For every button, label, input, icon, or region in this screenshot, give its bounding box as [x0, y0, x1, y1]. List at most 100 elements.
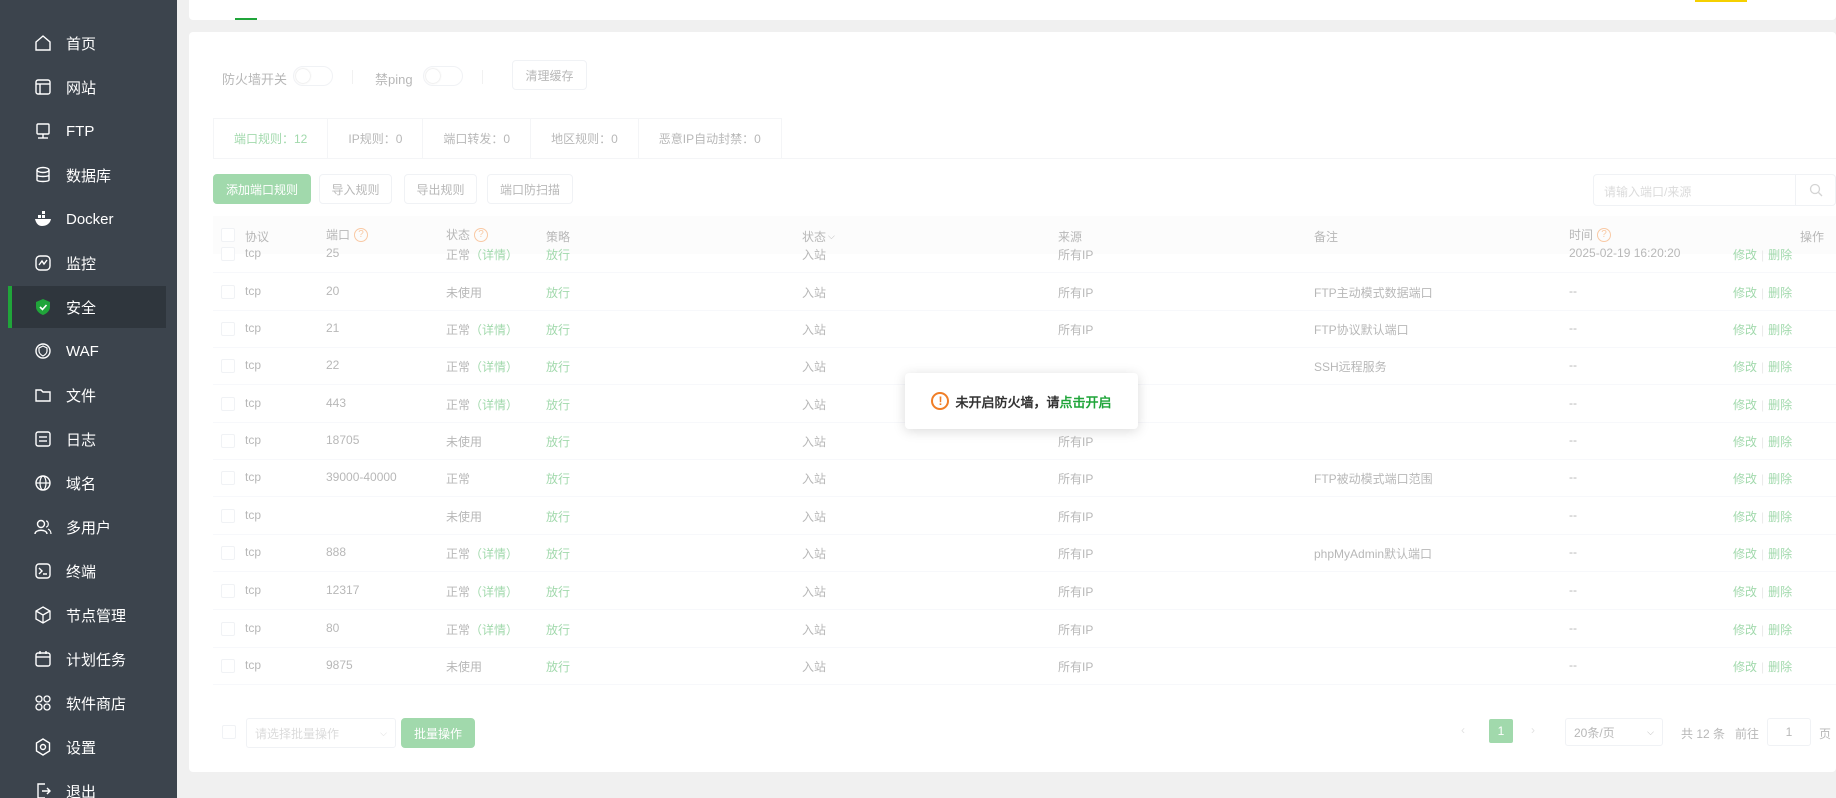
status-cell: 未使用: [446, 286, 483, 300]
edit-link[interactable]: 修改: [1733, 435, 1757, 449]
row-checkbox[interactable]: [221, 434, 235, 448]
delete-link[interactable]: 删除: [1768, 585, 1792, 599]
next-page-icon[interactable]: ›: [1531, 723, 1535, 737]
delete-link[interactable]: 删除: [1768, 398, 1792, 412]
row-checkbox[interactable]: [221, 397, 235, 411]
action-separator: |: [1761, 286, 1765, 300]
time-cell: --: [1569, 433, 1577, 447]
sidebar-item[interactable]: 安全: [8, 286, 166, 328]
delete-link[interactable]: 删除: [1768, 248, 1792, 262]
rule-tab[interactable]: IP规则：0: [328, 119, 424, 159]
rule-tab[interactable]: 端口转发：0: [423, 119, 532, 159]
status-cell: 正常（详情）: [446, 360, 519, 374]
row-checkbox[interactable]: [221, 247, 235, 261]
port-scan-protect-button[interactable]: 端口防扫描: [487, 174, 573, 204]
firewall-toggle[interactable]: [293, 66, 333, 86]
export-rules-button[interactable]: 导出规则: [404, 174, 477, 204]
sidebar-item[interactable]: Docker: [8, 198, 166, 240]
row-actions: 修改 | 删除: [1733, 284, 1792, 301]
edit-link[interactable]: 修改: [1733, 472, 1757, 486]
search-input[interactable]: 请输入端口/来源: [1604, 183, 1691, 200]
protocol-cell: tcp: [245, 583, 262, 597]
row-checkbox[interactable]: [221, 584, 235, 598]
time-cell: --: [1569, 321, 1577, 335]
edit-link[interactable]: 修改: [1733, 660, 1757, 674]
protocol-cell: tcp: [245, 284, 262, 298]
delete-link[interactable]: 删除: [1768, 472, 1792, 486]
delete-link[interactable]: 删除: [1768, 435, 1792, 449]
detail-link[interactable]: （详情）: [470, 323, 518, 337]
page-size-select[interactable]: 20条/页 ⌵: [1565, 718, 1663, 746]
edit-link[interactable]: 修改: [1733, 360, 1757, 374]
detail-link[interactable]: （详情）: [470, 547, 518, 561]
ping-toggle[interactable]: [423, 66, 463, 86]
row-checkbox[interactable]: [221, 359, 235, 373]
batch-action-button[interactable]: 批量操作: [401, 718, 475, 748]
sidebar-item[interactable]: 网站: [8, 66, 166, 108]
monitor-icon: [32, 252, 54, 274]
sidebar-item[interactable]: 节点管理: [8, 594, 166, 636]
row-checkbox[interactable]: [221, 622, 235, 636]
row-checkbox[interactable]: [221, 509, 235, 523]
sidebar-item[interactable]: 设置: [8, 726, 166, 768]
detail-link[interactable]: （详情）: [470, 360, 518, 374]
detail-link[interactable]: （详情）: [470, 398, 518, 412]
delete-link[interactable]: 删除: [1768, 510, 1792, 524]
row-checkbox[interactable]: [221, 659, 235, 673]
import-rules-button[interactable]: 导入规则: [319, 174, 392, 204]
row-checkbox[interactable]: [221, 322, 235, 336]
rule-tab[interactable]: 恶意IP自动封禁：0: [639, 119, 781, 159]
add-port-rule-button[interactable]: 添加端口规则: [213, 174, 311, 204]
delete-link[interactable]: 删除: [1768, 286, 1792, 300]
rule-tab[interactable]: 端口规则：12: [214, 119, 329, 159]
edit-link[interactable]: 修改: [1733, 286, 1757, 300]
sidebar-item[interactable]: 数据库: [8, 154, 166, 196]
sidebar-item[interactable]: 首页: [8, 22, 166, 64]
delete-link[interactable]: 删除: [1768, 360, 1792, 374]
delete-link[interactable]: 删除: [1768, 547, 1792, 561]
sidebar-item[interactable]: FTP: [8, 110, 166, 152]
direction-cell: 入站: [802, 323, 827, 337]
delete-link[interactable]: 删除: [1768, 660, 1792, 674]
edit-link[interactable]: 修改: [1733, 398, 1757, 412]
sidebar-item[interactable]: 监控: [8, 242, 166, 284]
sidebar-item[interactable]: WAF: [8, 330, 166, 372]
goto-page-input[interactable]: 1: [1767, 718, 1811, 746]
sidebar-item[interactable]: 多用户: [8, 506, 166, 548]
detail-link[interactable]: （详情）: [470, 585, 518, 599]
detail-link[interactable]: （详情）: [470, 623, 518, 637]
sidebar-item[interactable]: 退出: [8, 770, 166, 798]
delete-link[interactable]: 删除: [1768, 323, 1792, 337]
edit-link[interactable]: 修改: [1733, 585, 1757, 599]
row-checkbox[interactable]: [221, 471, 235, 485]
clear-cache-button[interactable]: 清理缓存: [512, 60, 587, 90]
sidebar-item[interactable]: 文件: [8, 374, 166, 416]
edit-link[interactable]: 修改: [1733, 510, 1757, 524]
status-cell: 正常（详情）: [446, 323, 519, 337]
detail-link[interactable]: （详情）: [470, 248, 518, 262]
prev-page-icon[interactable]: ‹: [1461, 723, 1465, 737]
row-actions: 修改 | 删除: [1733, 358, 1792, 375]
top-tab-bar: [189, 0, 1836, 20]
time-cell: --: [1569, 284, 1577, 298]
sidebar-item[interactable]: 日志: [8, 418, 166, 460]
edit-link[interactable]: 修改: [1733, 323, 1757, 337]
protocol-cell: tcp: [245, 470, 262, 484]
footer-select-checkbox[interactable]: [222, 725, 236, 739]
sidebar-item-label: 计划任务: [66, 651, 127, 669]
rule-tab[interactable]: 地区规则：0: [531, 119, 639, 159]
page-number[interactable]: 1: [1489, 719, 1513, 743]
edit-link[interactable]: 修改: [1733, 623, 1757, 637]
sidebar-item[interactable]: 域名: [8, 462, 166, 504]
enable-firewall-link[interactable]: 点击开启: [1060, 392, 1112, 411]
sidebar-item[interactable]: 软件商店: [8, 682, 166, 724]
sidebar-item[interactable]: 终端: [8, 550, 166, 592]
row-checkbox[interactable]: [221, 546, 235, 560]
search-button[interactable]: [1795, 175, 1835, 205]
edit-link[interactable]: 修改: [1733, 547, 1757, 561]
delete-link[interactable]: 删除: [1768, 623, 1792, 637]
batch-select[interactable]: 请选择批量操作 ⌵: [246, 718, 396, 748]
row-checkbox[interactable]: [221, 285, 235, 299]
sidebar-item[interactable]: 计划任务: [8, 638, 166, 680]
edit-link[interactable]: 修改: [1733, 248, 1757, 262]
